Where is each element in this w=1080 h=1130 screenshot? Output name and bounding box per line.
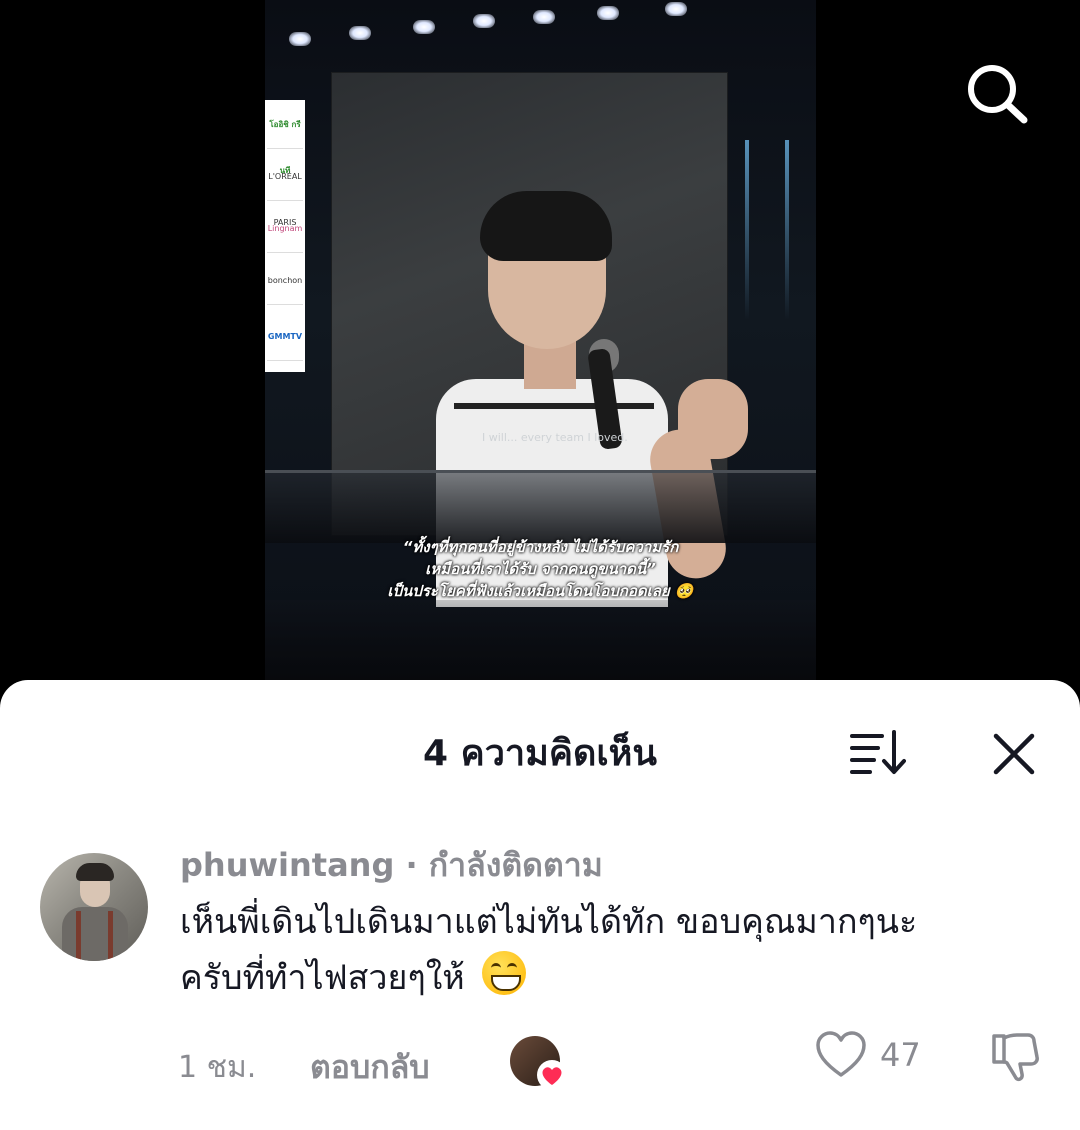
comment-text-line: ครับที่ทำไฟสวยๆให้ [180, 958, 465, 998]
following-label: กำลังติดตาม [428, 846, 603, 884]
search-button[interactable] [962, 62, 1032, 124]
screen-subtitle: I will... every team I loved. [482, 431, 628, 444]
sponsor-logo: Lingnam [267, 206, 303, 253]
like-count: 47 [880, 1036, 921, 1074]
reply-button[interactable]: ตอบกลับ [310, 1042, 430, 1093]
app-root: โออิชิ กรีนที L'ORÉAL PARIS Lingnam bonc… [0, 0, 1080, 1130]
stage-light [473, 14, 495, 28]
thumbs-down-icon [992, 1033, 1039, 1082]
stage-light [597, 6, 619, 20]
stage-screen: I will... every team I loved. [331, 72, 748, 607]
grinning-face-emoji [481, 951, 526, 995]
creator-liked-heart-icon [536, 1060, 568, 1090]
stage-light [349, 26, 371, 40]
like-button[interactable] [814, 1030, 868, 1080]
sponsor-logo: bonchon [267, 258, 303, 305]
search-icon [968, 65, 1028, 124]
comment-header: phuwintang · กำลังติดตาม [180, 840, 603, 891]
stage-light [533, 10, 555, 24]
sponsor-strip: โออิชิ กรีนที L'ORÉAL PARIS Lingnam bonc… [265, 100, 305, 372]
comment-text-line: เห็นพี่เดินไปเดินมาแต่ไม่ทันได้ทัก ขอบคุ… [180, 902, 918, 942]
video-caption: “ทั้งๆที่ทุกคนที่อยู่ข้างหลัง ไม่ได้รับค… [285, 536, 796, 602]
sponsor-logo: โออิชิ กรีนที [267, 102, 303, 175]
separator-dot: · [405, 846, 418, 884]
stage-railing [265, 470, 816, 543]
sponsor-logo: L'ORÉAL PARIS [267, 154, 303, 227]
light-beam [745, 140, 749, 320]
comment-text: เห็นพี่เดินไปเดินมาแต่ไม่ทันได้ทัก ขอบคุ… [180, 894, 1040, 1006]
video-player[interactable]: โออิชิ กรีนที L'ORÉAL PARIS Lingnam bonc… [265, 0, 816, 690]
stage-light [289, 32, 311, 46]
heart-icon [816, 1031, 866, 1077]
close-icon [993, 733, 1035, 775]
close-button[interactable] [990, 730, 1038, 778]
sort-icon [850, 730, 906, 774]
dislike-button[interactable] [988, 1030, 1042, 1084]
stage-light [665, 2, 687, 16]
caption-line: เหมือนที่เราได้รับ จากคนดูขนาดนี้” [425, 560, 656, 578]
stage-light [413, 20, 435, 34]
comments-title: 4 ความคิดเห็น [423, 733, 657, 774]
sort-button[interactable] [848, 728, 906, 776]
sponsor-logo: GMMTV [267, 314, 303, 361]
light-beam [785, 140, 789, 320]
comments-sheet: 4 ความคิดเห็น phuwintang · กำลังติดตาม เ… [0, 680, 1080, 1130]
comment-timestamp: 1 ชม. [178, 1050, 257, 1085]
caption-line: เป็นประโยคที่ฟังแล้วเหมือนโดนโอบกอดเลย 🥺 [387, 582, 694, 600]
avatar[interactable] [40, 853, 148, 961]
username-link[interactable]: phuwintang [180, 846, 394, 884]
crowd [265, 600, 816, 690]
caption-line: “ทั้งๆที่ทุกคนที่อยู่ข้างหลัง ไม่ได้รับค… [402, 538, 679, 556]
